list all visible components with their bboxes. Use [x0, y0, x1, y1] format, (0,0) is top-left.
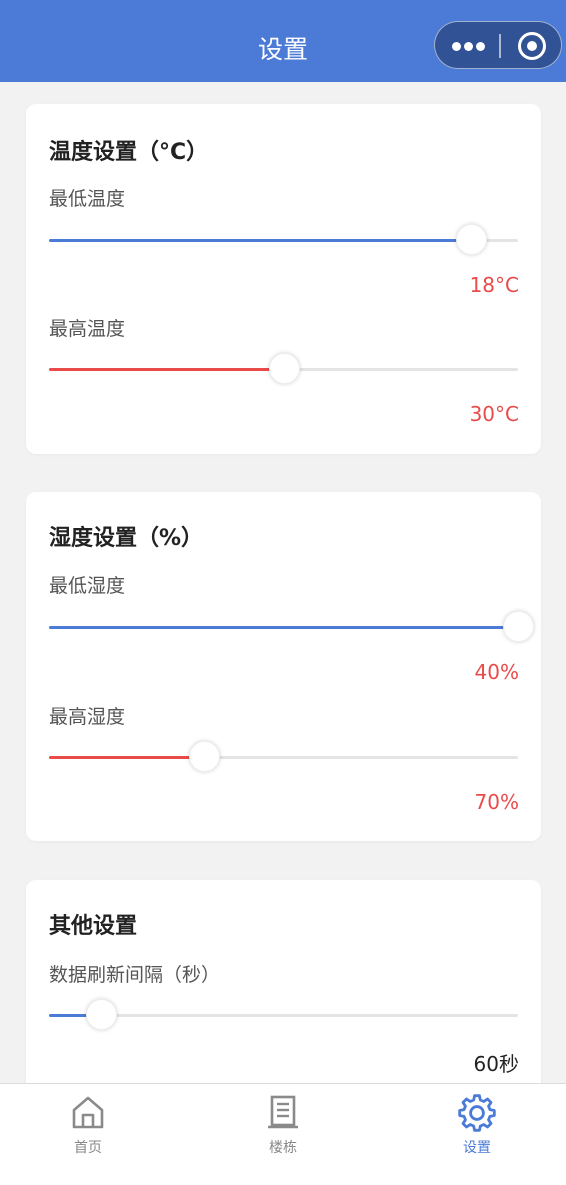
close-mini-program-icon[interactable]: [518, 32, 546, 60]
gear-icon: [458, 1094, 496, 1132]
min-temperature-slider[interactable]: [49, 224, 518, 255]
mini-program-capsule: [434, 21, 562, 69]
min-humidity-value: 40%: [474, 660, 519, 684]
navigation-bar: 设置: [0, 0, 566, 82]
slider-thumb[interactable]: [503, 611, 534, 642]
more-menu-icon[interactable]: [452, 42, 486, 51]
home-icon: [72, 1096, 104, 1129]
max-humidity-value: 70%: [474, 790, 519, 814]
tab-building[interactable]: 楼栋: [233, 1084, 333, 1184]
other-settings-card: 其他设置 数据刷新间隔（秒） 60秒: [26, 880, 541, 1110]
refresh-interval-slider[interactable]: [49, 999, 518, 1030]
slider-fill: [49, 368, 284, 371]
tab-building-label: 楼栋: [269, 1140, 297, 1156]
refresh-interval-value: 60秒: [473, 1052, 519, 1076]
max-temperature-slider[interactable]: [49, 353, 518, 384]
min-temperature-label: 最低温度: [49, 188, 126, 210]
temperature-settings-card: 温度设置（°C） 最低温度 18°C 最高温度 30°C: [26, 104, 541, 454]
tab-home-label: 首页: [74, 1140, 102, 1156]
slider-fill: [49, 239, 472, 242]
other-settings-title: 其他设置: [49, 914, 138, 939]
max-temperature-value: 30°C: [469, 402, 519, 426]
slider-thumb[interactable]: [85, 999, 117, 1030]
min-humidity-slider[interactable]: [49, 611, 534, 642]
humidity-settings-card: 湿度设置（%） 最低湿度 40% 最高湿度 70%: [26, 492, 541, 841]
slider-thumb[interactable]: [456, 224, 488, 255]
max-humidity-slider[interactable]: [49, 741, 518, 772]
tab-home[interactable]: 首页: [38, 1084, 138, 1184]
temperature-settings-title: 温度设置（°C）: [49, 140, 209, 165]
max-temperature-label: 最高温度: [49, 318, 126, 340]
slider-fill: [49, 756, 204, 759]
humidity-settings-title: 湿度设置（%）: [49, 526, 204, 551]
building-icon: [268, 1095, 298, 1129]
min-temperature-value: 18°C: [469, 273, 519, 297]
slider-fill: [49, 626, 518, 629]
min-humidity-label: 最低湿度: [49, 575, 126, 597]
slider-thumb[interactable]: [188, 741, 220, 772]
tab-settings-label: 设置: [463, 1140, 491, 1156]
refresh-interval-label: 数据刷新间隔（秒）: [49, 964, 221, 986]
slider-thumb[interactable]: [268, 353, 300, 384]
max-humidity-label: 最高湿度: [49, 706, 126, 728]
bottom-tab-bar: 首页 楼栋 设置: [0, 1083, 566, 1185]
tab-settings[interactable]: 设置: [427, 1084, 527, 1184]
capsule-divider: [499, 34, 501, 58]
